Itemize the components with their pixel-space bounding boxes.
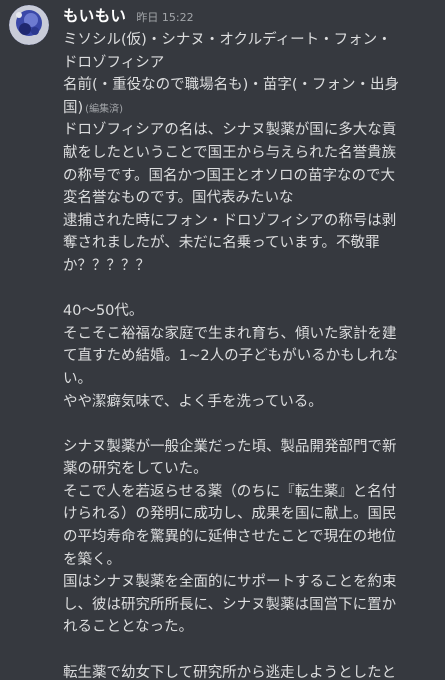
- message-line: けられる）の発明に成功し、成果を国に献上。国民: [63, 503, 435, 526]
- message-line: れることとなった。: [63, 616, 435, 639]
- message-line: 国はシナヌ製薬を全面的にサポートすることを約束: [63, 571, 435, 594]
- avatar[interactable]: [9, 5, 49, 45]
- message-text: を築く。: [63, 551, 121, 568]
- message-text: し、彼は研究所所長に、シナヌ製薬は国営下に置か: [63, 596, 397, 613]
- message-text: ドロゾフィシア: [63, 54, 165, 71]
- timestamp[interactable]: 昨日 15:22: [136, 9, 193, 25]
- message-line: の平均寿命を驚異的に延伸させたことで現在の地位: [63, 526, 435, 549]
- message-line: [63, 278, 435, 301]
- message-line: ドロゾフィシアの名は、シナヌ製薬が国に多大な貢: [63, 119, 435, 142]
- message-text: やや潔癖気味で、よく手を洗っている。: [63, 393, 323, 410]
- message-line: 逮捕された時にフォン・ドロゾフィシアの称号は剥: [63, 210, 435, 233]
- message-text: 逮捕された時にフォン・ドロゾフィシアの称号は剥: [63, 212, 397, 229]
- message-1: ミソシル(仮)・シナヌ・オクルディート・フォン・ ドロゾフィシア名前(・重役なので…: [63, 29, 435, 119]
- message-line: て直すため結婚。1~2人の子どもがいるかもしれな: [63, 345, 435, 368]
- message-line: を築く。: [63, 549, 435, 572]
- message-line: [63, 413, 435, 436]
- message-line: し、彼は研究所所長に、シナヌ製薬は国営下に置か: [63, 594, 435, 617]
- message-text: い。: [63, 370, 92, 387]
- chat-message: もいもい 昨日 15:22 ミソシル(仮)・シナヌ・オクルディート・フォン・ ドロ…: [0, 0, 445, 680]
- message-text: けられる）の発明に成功し、成果を国に献上。国民: [63, 506, 397, 523]
- message-text: れることとなった。: [63, 619, 194, 636]
- message-line: やや潔癖気味で、よく手を洗っている。: [63, 391, 435, 414]
- message-header: もいもい 昨日 15:22: [63, 4, 435, 26]
- message-line: [63, 639, 435, 662]
- message-line: か？？？？？: [63, 255, 435, 278]
- message-line: 国) (編集済): [63, 97, 435, 120]
- message-line: 名前(・重役なので職場名も)・苗字(・フォン・出身: [63, 74, 435, 97]
- message-line: 40〜50代。: [63, 300, 435, 323]
- message-text: ドロゾフィシアの名は、シナヌ製薬が国に多大な貢: [63, 122, 397, 139]
- username[interactable]: もいもい: [63, 4, 126, 26]
- edited-label: (編集済): [85, 103, 123, 115]
- message-line: 献をしたということで国王から与えられた名誉貴族: [63, 142, 435, 165]
- message-line: 変名誉なものです。国代表みたいな: [63, 187, 435, 210]
- message-text: の称号です。国名かつ国王とオソロの苗字なので大: [63, 167, 396, 184]
- message-text: か？？？？？: [63, 257, 150, 274]
- message-text: の平均寿命を驚異的に延伸させたことで現在の地位: [63, 529, 397, 546]
- message-text: 名前(・重役なので職場名も)・苗字(・フォン・出身: [63, 77, 399, 94]
- message-line: シナヌ製薬が一般企業だった頃、製品開発部門で新: [63, 436, 435, 459]
- message-text: 国): [63, 99, 84, 116]
- message-text: 国はシナヌ製薬を全面的にサポートすることを約束: [63, 574, 397, 591]
- message-line: そこそこ裕福な家庭で生まれ育ち、傾いた家計を建: [63, 323, 435, 346]
- message-text: 変名誉なものです。国代表みたいな: [63, 190, 294, 207]
- message-line: 転生薬で幼女下して研究所から逃走しようとしたと: [63, 662, 435, 680]
- message-text: そこそこ裕福な家庭で生まれ育ち、傾いた家計を建: [63, 325, 397, 342]
- message-content: もいもい 昨日 15:22 ミソシル(仮)・シナヌ・オクルディート・フォン・ ドロ…: [63, 4, 435, 680]
- message-text: シナヌ製薬が一般企業だった頃、製品開発部門で新: [63, 438, 397, 455]
- message-line: ミソシル(仮)・シナヌ・オクルディート・フォン・: [63, 29, 435, 52]
- message-line: 薬の研究をしていた。: [63, 458, 435, 481]
- message-text: 薬の研究をしていた。: [63, 461, 208, 478]
- message-2: ドロゾフィシアの名は、シナヌ製薬が国に多大な貢 献をしたということで国王から与えら…: [63, 119, 435, 680]
- message-line: そこで人を若返らせる薬（のちに『転生薬』と名付: [63, 481, 435, 504]
- message-line: の称号です。国名かつ国王とオソロの苗字なので大: [63, 165, 435, 188]
- message-text: 40〜50代。: [63, 303, 144, 320]
- message-text: そこで人を若返らせる薬（のちに『転生薬』と名付: [63, 483, 397, 500]
- message-line: い。: [63, 368, 435, 391]
- message-body: ミソシル(仮)・シナヌ・オクルディート・フォン・ ドロゾフィシア名前(・重役なので…: [63, 29, 435, 680]
- message-text: ミソシル(仮)・シナヌ・オクルディート・フォン・: [63, 32, 392, 48]
- message-line: ドロゾフィシア: [63, 52, 435, 75]
- avatar-image: [9, 5, 49, 45]
- message-line: 奪されましたが、未だに名乗っています。不敬罪: [63, 232, 435, 255]
- message-text: 献をしたということで国王から与えられた名誉貴族: [63, 144, 397, 161]
- message-text: 奪されましたが、未だに名乗っています。不敬罪: [63, 235, 380, 252]
- message-text: て直すため結婚。1~2人の子どもがいるかもしれな: [63, 348, 399, 365]
- message-text: 転生薬で幼女下して研究所から逃走しようとしたと: [63, 664, 397, 680]
